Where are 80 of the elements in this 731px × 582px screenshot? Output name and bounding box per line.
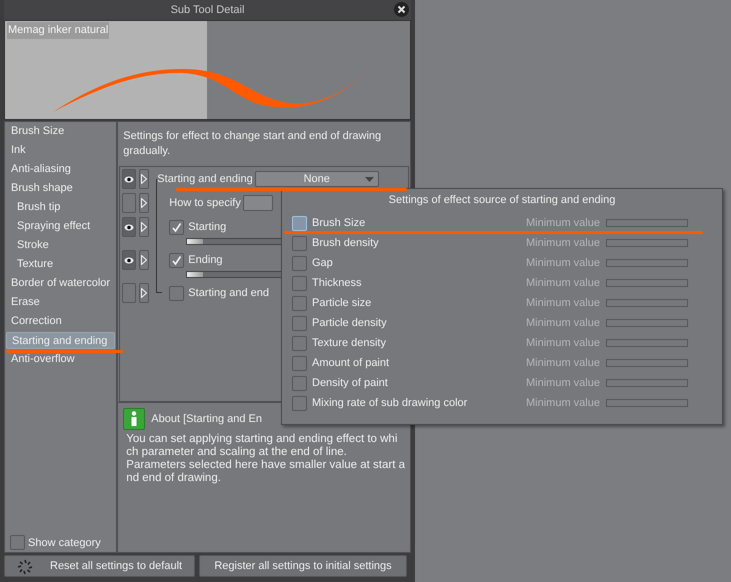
minimum-value-label: Minimum value [526, 216, 601, 230]
expand-button[interactable] [139, 217, 150, 237]
setting-label: Starting [188, 220, 226, 235]
minimum-value-label: Minimum value [526, 396, 601, 410]
category-item[interactable]: Anti-overflow [6, 351, 116, 368]
source-label: Gap [312, 256, 334, 270]
category-item[interactable]: Brush Size [6, 123, 116, 140]
reset-button[interactable]: Reset all settings to default [4, 555, 195, 577]
eye-icon [124, 256, 134, 264]
setting-checkbox[interactable] [169, 220, 184, 234]
info-icon [123, 408, 146, 430]
show-category-checkbox[interactable] [10, 535, 25, 550]
minimum-value-label: Minimum value [526, 296, 601, 310]
category-item[interactable]: Brush shape [6, 180, 116, 197]
register-button[interactable]: Register all settings to initial settings [199, 555, 407, 577]
category-item[interactable]: Stroke [6, 237, 116, 254]
slider-fill[interactable] [187, 272, 203, 277]
category-item[interactable]: Starting and ending [6, 332, 116, 349]
play-arrow-icon [141, 222, 148, 232]
show-category-label: Show category [28, 536, 101, 550]
checkmark-icon [171, 254, 182, 266]
category-item[interactable]: Texture [6, 256, 116, 273]
visibility-toggle[interactable] [122, 169, 136, 189]
source-label: Particle density [312, 316, 388, 330]
setting-label: How to specify [169, 196, 241, 211]
source-label: Brush Size [312, 216, 366, 230]
play-arrow-icon [141, 198, 148, 208]
expand-button[interactable] [139, 169, 150, 189]
minimum-value-label: Minimum value [526, 316, 601, 330]
close-button[interactable] [394, 2, 409, 17]
eye-icon [124, 176, 134, 182]
caret-icon [364, 177, 374, 182]
category-item[interactable]: Erase [6, 294, 116, 311]
setting-checkbox[interactable] [169, 252, 184, 268]
setting-label: Ending [188, 252, 223, 268]
visibility-toggle[interactable] [122, 283, 136, 303]
source-label: Brush density [312, 236, 380, 250]
category-item[interactable]: Brush tip [6, 199, 116, 216]
setting-label: Starting and ending [157, 172, 253, 187]
play-arrow-icon [141, 288, 148, 298]
category-item[interactable]: Spraying effect [6, 218, 116, 235]
play-arrow-icon [141, 255, 148, 265]
setting-checkbox[interactable] [169, 286, 184, 300]
section-description: Settings for effect to change start and end of drawing gradually. [122, 129, 382, 159]
tool-name: Memag inker natural [7, 22, 110, 38]
source-label: Particle size [312, 296, 372, 310]
info-text: You can set applying starting and ending effect to whi ch parameter and scaling at the end of line. Parameters selected here have smaller value at start a nd end of drawing. [126, 433, 405, 485]
category-item[interactable]: Ink [6, 142, 116, 159]
expand-button[interactable] [139, 283, 150, 303]
minimum-value-label: Minimum value [526, 376, 601, 390]
window-title: Sub Tool Detail [170, 2, 244, 18]
minimum-value-label: Minimum value [526, 236, 601, 250]
source-label: Texture density [312, 336, 387, 350]
dropdown[interactable] [242, 195, 273, 211]
popup-title: Settings of effect source of starting and ending [388, 193, 616, 208]
source-label: Thickness [312, 276, 363, 290]
reset-icon [17, 559, 33, 575]
dropdown[interactable]: None [254, 171, 379, 187]
minimum-value-label: Minimum value [526, 276, 601, 290]
minimum-value-label: Minimum value [526, 336, 601, 350]
checkmark-icon [171, 222, 182, 232]
minimum-value-label: Minimum value [526, 356, 601, 370]
eye-icon [124, 224, 134, 230]
visibility-toggle[interactable] [122, 250, 136, 270]
play-arrow-icon [141, 174, 148, 184]
visibility-toggle[interactable] [122, 193, 136, 213]
source-label: Amount of paint [312, 356, 390, 370]
category-item[interactable]: Border of watercolor [6, 275, 116, 292]
expand-button[interactable] [139, 250, 150, 270]
minimum-value-label: Minimum value [526, 256, 601, 270]
expand-button[interactable] [139, 193, 150, 213]
category-item[interactable]: Correction [6, 313, 116, 330]
close-icon [397, 5, 406, 14]
info-title: About [Starting and En [151, 412, 262, 427]
category-item[interactable]: Anti-aliasing [6, 161, 116, 178]
slider-fill[interactable] [187, 239, 203, 244]
source-label: Mixing rate of sub drawing color [312, 396, 468, 410]
source-label: Density of paint [312, 376, 389, 390]
setting-label: Starting and end [188, 286, 270, 301]
visibility-toggle[interactable] [122, 217, 136, 237]
